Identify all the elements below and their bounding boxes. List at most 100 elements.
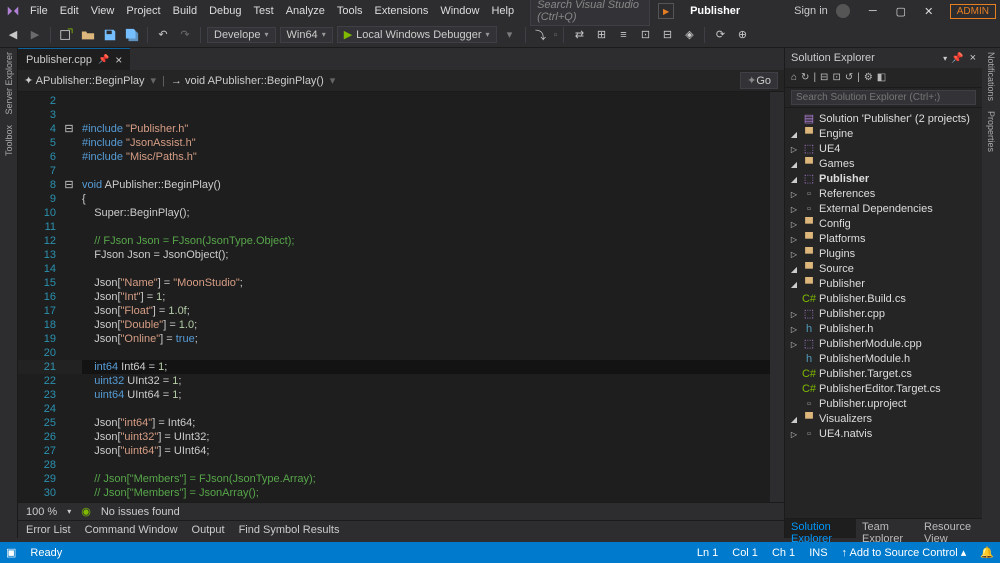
server-explorer-tab[interactable]: Server Explorer — [4, 52, 14, 115]
notifications-tab[interactable]: Notifications — [986, 52, 996, 101]
tool-icon-2[interactable]: ⊞ — [592, 26, 610, 44]
close-tab-icon[interactable]: × — [115, 53, 122, 67]
properties-icon[interactable]: ⚙ — [864, 72, 873, 83]
zoom-level[interactable]: 100 % — [26, 506, 57, 518]
tree-node[interactable]: ◢▀Visualizers — [785, 412, 982, 427]
solution-tree[interactable]: ▤Solution 'Publisher' (2 projects)◢▀Engi… — [785, 108, 982, 518]
bookmark-icon[interactable]: ◈ — [680, 26, 698, 44]
tree-node[interactable]: C#Publisher.Build.cs — [785, 292, 982, 307]
sign-in-link[interactable]: Sign in — [794, 5, 828, 17]
panel-menu-icon[interactable]: ▾ — [943, 54, 947, 63]
status-ch[interactable]: Ch 1 — [772, 547, 795, 559]
tree-node[interactable]: ▷▫UE4.natvis — [785, 427, 982, 442]
run-button[interactable]: ▶Local Windows Debugger▾ — [337, 26, 497, 43]
status-ins[interactable]: INS — [809, 547, 827, 559]
expand-icon[interactable]: ▷ — [789, 142, 799, 157]
nav-back-icon[interactable]: ◀ — [4, 26, 22, 44]
tool-icon-4[interactable]: ⟳ — [711, 26, 729, 44]
expand-icon[interactable]: ◢ — [789, 412, 799, 427]
expand-icon[interactable]: ◢ — [789, 277, 799, 292]
menu-project[interactable]: Project — [120, 3, 166, 19]
expand-icon[interactable]: ▷ — [789, 337, 799, 352]
save-all-icon[interactable] — [123, 26, 141, 44]
tree-node[interactable]: ▷⬚UE4 — [785, 142, 982, 157]
panel-pin-icon[interactable]: 📌 — [951, 53, 963, 64]
tree-node[interactable]: ◢▀Publisher — [785, 277, 982, 292]
tree-node[interactable]: C#PublisherEditor.Target.cs — [785, 382, 982, 397]
menu-build[interactable]: Build — [167, 3, 203, 19]
side-tab[interactable]: Team Explorer — [856, 519, 918, 538]
tree-node[interactable]: hPublisherModule.h — [785, 352, 982, 367]
scroll-map[interactable] — [770, 92, 784, 502]
tree-node[interactable]: ▷hPublisher.h — [785, 322, 982, 337]
expand-icon[interactable]: ▷ — [789, 247, 799, 262]
expand-icon[interactable]: ◢ — [789, 157, 799, 172]
step-icon[interactable]: ⤵ — [532, 26, 550, 44]
expand-icon[interactable]: ◢ — [789, 172, 799, 187]
tool-icon-5[interactable]: ⊕ — [733, 26, 751, 44]
menu-window[interactable]: Window — [434, 3, 485, 19]
expand-icon[interactable]: ▷ — [789, 202, 799, 217]
config-dropdown[interactable]: Develope▾ — [207, 27, 276, 43]
menu-view[interactable]: View — [85, 3, 121, 19]
expand-icon[interactable]: ▷ — [789, 307, 799, 322]
menu-debug[interactable]: Debug — [203, 3, 247, 19]
nav-fwd-icon[interactable]: ▶ — [26, 26, 44, 44]
avatar-icon[interactable] — [836, 4, 850, 18]
goto-box[interactable]: ✦Go — [740, 72, 778, 89]
expand-icon[interactable]: ◢ — [789, 127, 799, 142]
save-icon[interactable] — [101, 26, 119, 44]
debug-target-icon[interactable]: ▾ — [501, 26, 519, 44]
bottom-tab[interactable]: Output — [192, 524, 225, 536]
status-col[interactable]: Col 1 — [732, 547, 758, 559]
expand-icon[interactable]: ▷ — [789, 232, 799, 247]
quick-search[interactable]: Search Visual Studio (Ctrl+Q) — [530, 0, 650, 26]
comment-icon[interactable]: ⊡ — [636, 26, 654, 44]
menu-edit[interactable]: Edit — [54, 3, 85, 19]
show-all-icon[interactable]: ⊡ — [832, 72, 840, 83]
menu-tools[interactable]: Tools — [331, 3, 369, 19]
tree-node[interactable]: ▷▀Platforms — [785, 232, 982, 247]
redo-icon[interactable]: ↷ — [176, 26, 194, 44]
notification-bell-icon[interactable]: 🔔 — [980, 546, 994, 559]
menu-analyze[interactable]: Analyze — [280, 3, 331, 19]
refresh-icon[interactable]: ↺ — [845, 72, 853, 83]
issues-icon[interactable]: ◉ — [81, 505, 91, 518]
uncomment-icon[interactable]: ⊟ — [658, 26, 676, 44]
home-icon[interactable]: ⌂ — [791, 72, 797, 83]
tree-node[interactable]: ◢⬚Publisher — [785, 172, 982, 187]
tree-node[interactable]: C#Publisher.Target.cs — [785, 367, 982, 382]
tool-icon-3[interactable]: ≡ — [614, 26, 632, 44]
bottom-tab[interactable]: Error List — [26, 524, 71, 536]
tree-node[interactable]: ▷⬚Publisher.cpp — [785, 307, 982, 322]
undo-icon[interactable]: ↶ — [154, 26, 172, 44]
panel-close-icon[interactable]: × — [970, 52, 976, 64]
sync-icon[interactable]: ↻ — [801, 72, 809, 83]
tree-node[interactable]: ◢▀Games — [785, 157, 982, 172]
expand-icon[interactable]: ▷ — [789, 427, 799, 442]
status-ln[interactable]: Ln 1 — [697, 547, 718, 559]
feedback-icon[interactable]: ▶ — [658, 3, 674, 19]
code-editor[interactable]: 2345678910111213141516171819202122232425… — [18, 92, 784, 502]
tree-node[interactable]: ▤Solution 'Publisher' (2 projects) — [785, 112, 982, 127]
tree-node[interactable]: ▷⬚PublisherModule.cpp — [785, 337, 982, 352]
tree-node[interactable]: ▫Publisher.uproject — [785, 397, 982, 412]
collapse-icon[interactable]: ⊟ — [820, 72, 828, 83]
tree-node[interactable]: ◢▀Engine — [785, 127, 982, 142]
tree-node[interactable]: ▷▫References — [785, 187, 982, 202]
expand-icon[interactable]: ◢ — [789, 262, 799, 277]
solution-search-input[interactable] — [791, 90, 976, 105]
scope-dropdown[interactable]: ✦ APublisher::BeginPlay — [24, 74, 145, 87]
open-icon[interactable] — [79, 26, 97, 44]
expand-icon[interactable]: ▷ — [789, 187, 799, 202]
side-tab[interactable]: Solution Explorer — [785, 519, 856, 538]
menu-test[interactable]: Test — [248, 3, 280, 19]
expand-icon[interactable]: ▷ — [789, 217, 799, 232]
tree-node[interactable]: ▷▀Config — [785, 217, 982, 232]
minimize-button[interactable]: ─ — [860, 5, 886, 17]
properties-tab[interactable]: Properties — [986, 111, 996, 152]
close-button[interactable]: ✕ — [916, 5, 942, 18]
toolbox-tab[interactable]: Toolbox — [4, 125, 14, 156]
tool-icon-1[interactable]: ⇄ — [570, 26, 588, 44]
tree-node[interactable]: ▷▫External Dependencies — [785, 202, 982, 217]
